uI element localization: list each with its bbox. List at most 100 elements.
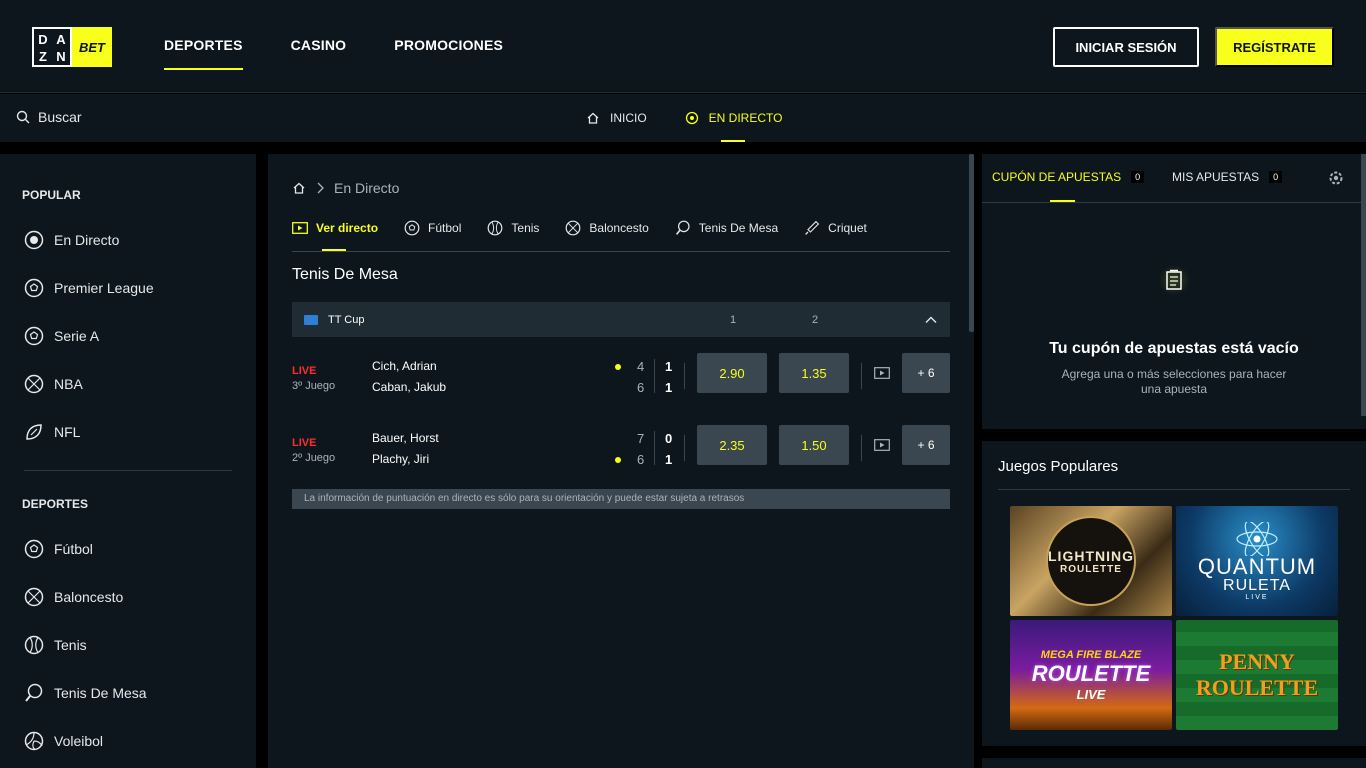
score-divider: [654, 431, 655, 465]
football-icon: [24, 278, 44, 298]
sidebar-heading-deportes: DEPORTES: [22, 497, 89, 511]
serve-indicator: [615, 457, 621, 463]
sidebar-item-label: En Directo: [54, 232, 120, 248]
popular-games-title: Juegos Populares: [998, 458, 1119, 475]
player-1: Bauer, Horst: [372, 431, 439, 445]
tab-cupon-de-apuestas[interactable]: CUPÓN DE APUESTAS 0: [992, 170, 1145, 184]
count-badge: 0: [1131, 171, 1145, 183]
betslip-panel: CUPÓN DE APUESTAS 0 MIS APUESTAS 0 Tu cu…: [982, 154, 1366, 429]
nav-promociones[interactable]: PROMOCIONES: [394, 0, 503, 70]
sidebar-item-label: Premier League: [54, 280, 154, 296]
sidebar-item-voleibol[interactable]: Voleibol: [24, 731, 103, 751]
more-markets-button[interactable]: + 6: [902, 425, 950, 465]
sidebar-item-label: NBA: [54, 376, 83, 392]
tab-mis-apuestas[interactable]: MIS APUESTAS 0: [1172, 170, 1283, 184]
sidebar-item-serie-a[interactable]: Serie A: [24, 326, 99, 346]
game-title-line: QUANTUM: [1197, 553, 1317, 579]
game-tile-quantum-ruleta[interactable]: QUANTUM RULETA LIVE: [1176, 506, 1338, 616]
odd-button-2[interactable]: 1.35: [779, 353, 849, 393]
odd-button-2[interactable]: 1.50: [779, 425, 849, 465]
betslip-scrollbar[interactable]: [1361, 154, 1366, 416]
odd-button-1[interactable]: 2.90: [697, 353, 767, 393]
search-label: Buscar: [38, 109, 82, 125]
tab-tenis[interactable]: Tenis: [487, 214, 539, 242]
basketball-icon: [24, 374, 44, 394]
login-button[interactable]: INICIAR SESIÓN: [1053, 27, 1199, 67]
lightning-roulette-wheel: LIGHTNING ROULETTE: [1046, 516, 1136, 606]
tab-label: MIS APUESTAS: [1172, 170, 1260, 184]
search-icon: [16, 110, 30, 124]
game-title-line: MEGA FIRE BLAZE: [1040, 648, 1142, 661]
match-period: 2º Juego: [292, 452, 336, 464]
soccer-ball-icon: [24, 230, 44, 250]
sidebar-item-label: Serie A: [54, 328, 100, 344]
game-title-line: LIVE: [1245, 593, 1269, 601]
dazn-bet-logo[interactable]: D A Z N BET: [32, 27, 112, 67]
match-row[interactable]: LIVE 3º Juego Cich, Adrian Caban, Jakub …: [292, 353, 950, 399]
table-tennis-icon: [675, 220, 690, 235]
score-divider: [684, 363, 685, 389]
bet-logo-mark: BET: [72, 27, 112, 67]
sidebar-item-baloncesto[interactable]: Baloncesto: [24, 587, 123, 607]
soccer-ball-icon: [685, 111, 698, 125]
odd-button-1[interactable]: 2.35: [697, 425, 767, 465]
score-disclaimer: La información de puntuación en directo …: [292, 489, 950, 509]
register-button[interactable]: REGÍSTRATE: [1215, 27, 1334, 67]
subnav-inicio[interactable]: INICIO: [586, 94, 647, 142]
betslip-tabs: CUPÓN DE APUESTAS 0 MIS APUESTAS 0: [982, 154, 1366, 203]
match-row[interactable]: LIVE 2º Juego Bauer, Horst Plachy, Jiri …: [292, 425, 950, 471]
live-stream-icon[interactable]: [874, 367, 890, 379]
game-title-line: ROULETTE: [1060, 563, 1122, 575]
main-scrollbar[interactable]: [969, 154, 974, 332]
sidebar-item-premier-league[interactable]: Premier League: [24, 278, 154, 298]
sidebar-item-en-directo[interactable]: En Directo: [24, 230, 119, 250]
set-score-2: 1: [665, 452, 673, 467]
game-tile-mega-fire-blaze-roulette[interactable]: MEGA FIRE BLAZE ROULETTE LIVE: [1010, 620, 1172, 730]
tab-label: Baloncesto: [589, 221, 649, 235]
game-score-1: 4: [637, 359, 645, 374]
subnav-en-directo-label: EN DIRECTO: [708, 111, 783, 125]
nav-casino[interactable]: CASINO: [291, 0, 347, 70]
sub-bar: Buscar INICIO EN DIRECTO: [0, 94, 1366, 142]
sidebar-item-tenis[interactable]: Tenis: [24, 635, 87, 655]
logo-letter: Z: [39, 49, 47, 64]
home-icon[interactable]: [292, 181, 306, 195]
section-title: Tenis De Mesa: [292, 266, 398, 283]
top-bar: D A Z N BET DEPORTES CASINO PROMOCIONES …: [0, 0, 1366, 93]
search-field[interactable]: Buscar: [16, 109, 82, 125]
sidebar-item-label: Tenis: [54, 637, 87, 653]
game-title-line: ROULETTE: [1031, 660, 1151, 686]
tab-label: Ver directo: [316, 221, 379, 235]
sidebar: POPULAR En Directo Premier League Serie …: [0, 154, 256, 768]
league-header[interactable]: TT Cup 1 2: [292, 302, 950, 337]
game-tile-penny-roulette[interactable]: PENNY ROULETTE: [1176, 620, 1338, 730]
tab-futbol[interactable]: Fútbol: [404, 214, 461, 242]
game-tile-lightning-roulette[interactable]: LIGHTNING ROULETTE: [1010, 506, 1172, 616]
chevron-up-icon[interactable]: [924, 313, 938, 327]
sidebar-item-nfl[interactable]: NFL: [24, 422, 80, 442]
tab-criquet[interactable]: Criquet: [804, 214, 867, 242]
game-score-2: 6: [637, 452, 645, 467]
game-score-2: 6: [637, 380, 645, 395]
league-name: TT Cup: [328, 313, 365, 326]
tab-tenis-de-mesa[interactable]: Tenis De Mesa: [675, 214, 778, 242]
tab-baloncesto[interactable]: Baloncesto: [565, 214, 649, 242]
gear-icon[interactable]: [1327, 169, 1345, 187]
more-markets-button[interactable]: + 6: [902, 353, 950, 393]
american-football-icon: [26, 424, 42, 440]
tab-ver-directo[interactable]: Ver directo: [292, 214, 379, 251]
player-2: Caban, Jakub: [372, 380, 447, 394]
nav-deportes[interactable]: DEPORTES: [164, 0, 243, 70]
sidebar-item-futbol[interactable]: Fútbol: [24, 539, 93, 559]
cricket-bat-icon: [805, 220, 820, 235]
subnav-en-directo[interactable]: EN DIRECTO: [685, 94, 783, 142]
main-content: En Directo Ver directo Fútbol Tenis Balo…: [268, 154, 974, 768]
set-score-2: 1: [665, 380, 673, 395]
sidebar-item-tenis-de-mesa[interactable]: Tenis De Mesa: [24, 683, 147, 703]
column-header-2: 2: [812, 313, 819, 326]
sidebar-item-nba[interactable]: NBA: [24, 374, 83, 394]
breadcrumb-current: En Directo: [334, 180, 400, 196]
live-stream-icon[interactable]: [874, 439, 890, 451]
games-divider: [998, 489, 1350, 490]
football-icon: [24, 539, 44, 559]
